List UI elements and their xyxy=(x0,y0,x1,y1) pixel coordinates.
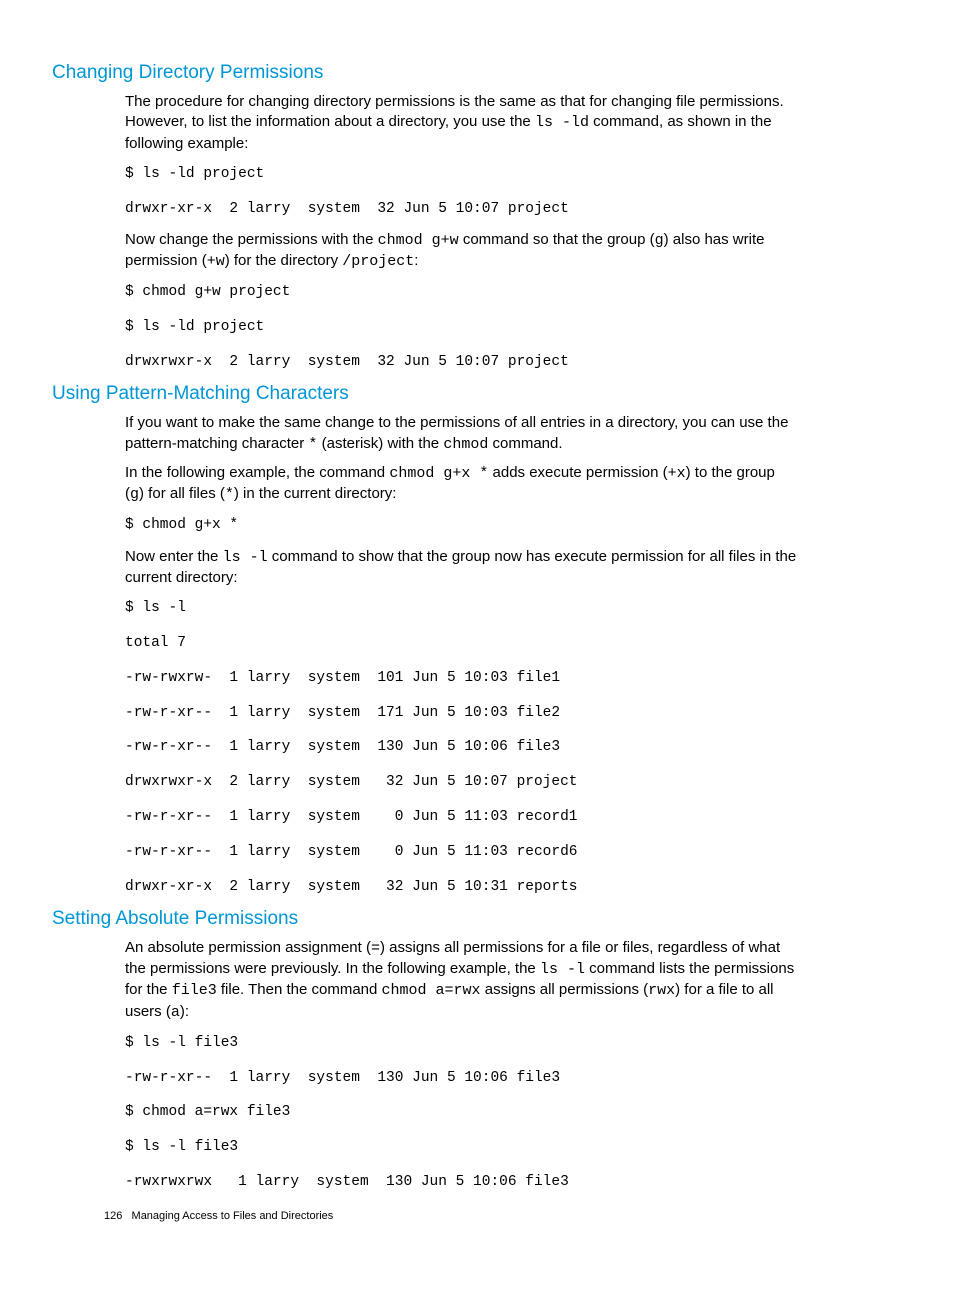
text: command. xyxy=(488,435,562,452)
text: ) for all files ( xyxy=(139,485,225,502)
text: ) for the directory xyxy=(225,252,343,269)
paragraph: If you want to make the same change to t… xyxy=(125,413,798,455)
page-number: 126 xyxy=(104,1210,122,1222)
paragraph: Now change the permissions with the chmo… xyxy=(125,230,798,273)
inline-code: +w xyxy=(207,253,225,270)
inline-code: chmod g+w xyxy=(378,232,459,249)
text: adds execute permission ( xyxy=(488,464,667,481)
heading-using-pattern-matching: Using Pattern-Matching Characters xyxy=(52,383,798,405)
text: ): xyxy=(180,1003,189,1020)
code-block: $ chmod g+w project $ ls -ld project drw… xyxy=(125,284,798,371)
inline-code: g xyxy=(655,232,664,249)
paragraph: The procedure for changing directory per… xyxy=(125,92,798,154)
inline-code: rwx xyxy=(648,982,675,999)
inline-code: = xyxy=(371,940,380,957)
text: In the following example, the command xyxy=(125,464,389,481)
text: ) in the current directory: xyxy=(234,485,397,502)
text: Now enter the xyxy=(125,548,223,565)
text: assigns all permissions ( xyxy=(481,981,649,998)
text: command so that the group ( xyxy=(459,231,655,248)
text: file. Then the command xyxy=(217,981,382,998)
inline-code: /project xyxy=(342,253,414,270)
paragraph: In the following example, the command ch… xyxy=(125,463,798,506)
text: Now change the permissions with the xyxy=(125,231,378,248)
code-block: $ ls -l file3 -rw-r-xr-- 1 larry system … xyxy=(125,1035,798,1192)
heading-setting-absolute-permissions: Setting Absolute Permissions xyxy=(52,908,798,930)
inline-code: ls -l xyxy=(223,549,268,566)
heading-changing-directory-permissions: Changing Directory Permissions xyxy=(52,62,798,84)
footer-title: Managing Access to Files and Directories xyxy=(132,1210,334,1222)
inline-code: chmod a=rwx xyxy=(382,982,481,999)
page-footer: 126 Managing Access to Files and Directo… xyxy=(104,1210,333,1222)
text: An absolute permission assignment ( xyxy=(125,939,371,956)
code-block: $ chmod g+x * xyxy=(125,517,798,534)
inline-code: * xyxy=(225,486,234,503)
paragraph: An absolute permission assignment (=) as… xyxy=(125,938,798,1023)
inline-code: ls -l xyxy=(540,961,585,978)
code-block: $ ls -ld project drwxr-xr-x 2 larry syst… xyxy=(125,166,798,218)
inline-code: chmod g+x * xyxy=(389,465,488,482)
inline-code: chmod xyxy=(443,436,488,453)
inline-code: g xyxy=(130,486,139,503)
code-block: $ ls -l total 7 -rw-rwxrw- 1 larry syste… xyxy=(125,600,798,896)
text: (asterisk) with the xyxy=(317,435,443,452)
inline-code: +x xyxy=(668,465,686,482)
paragraph: Now enter the ls -l command to show that… xyxy=(125,547,798,589)
inline-code: a xyxy=(171,1004,180,1021)
inline-code: file3 xyxy=(172,982,217,999)
inline-code: ls -ld xyxy=(535,114,589,131)
text: : xyxy=(414,252,418,269)
